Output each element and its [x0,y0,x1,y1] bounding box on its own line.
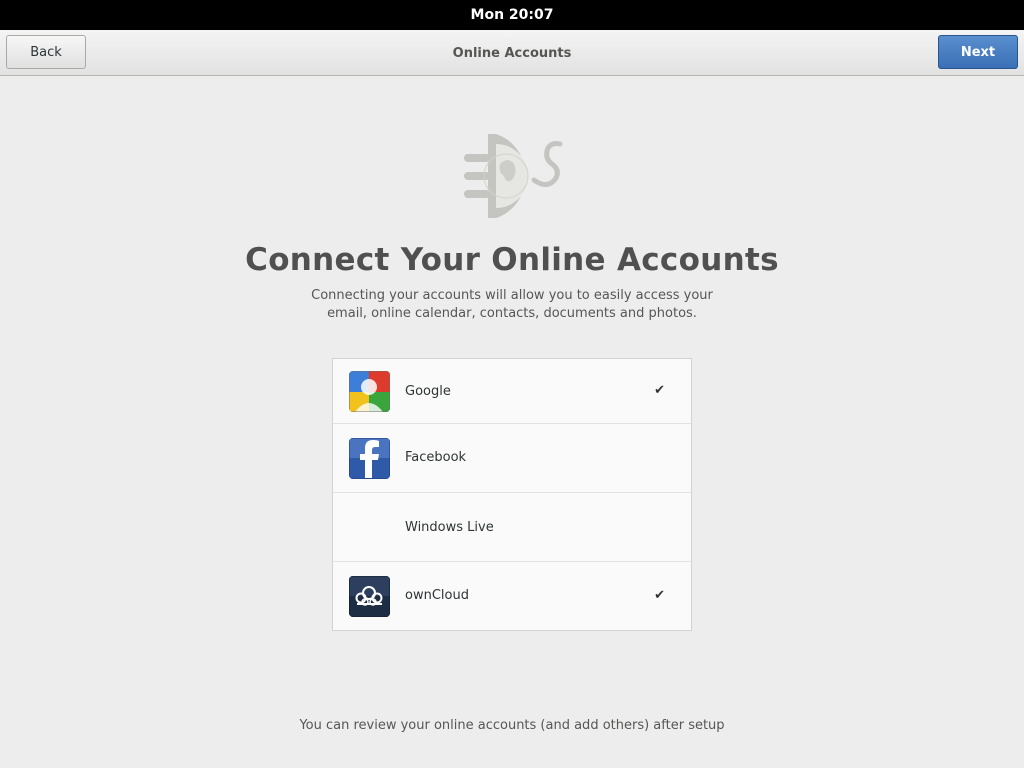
next-button[interactable]: Next [938,35,1018,69]
account-row-facebook[interactable]: Facebook [333,424,691,493]
back-button[interactable]: Back [6,35,86,69]
account-row-google[interactable]: Google ✔ [333,359,691,424]
checkmark-icon: ✔ [654,383,665,398]
account-label-google: Google [405,384,451,399]
description-line-1: Connecting your accounts will allow you … [311,288,713,303]
account-label-owncloud: ownCloud [405,588,469,603]
footer-note: You can review your online accounts (and… [299,718,725,733]
clock[interactable]: Mon 20:07 [471,7,554,23]
description-line-2: email, online calendar, contacts, docume… [327,306,697,321]
online-accounts-plug-globe-icon [464,134,563,218]
top-bar: Mon 20:07 [0,0,1024,30]
account-label-facebook: Facebook [405,450,467,465]
account-row-owncloud[interactable]: ownCloud ✔ [333,562,691,630]
main-heading: Connect Your Online Accounts [245,242,779,278]
page-title: Online Accounts [452,45,572,61]
header-bar: Online Accounts Back Next [0,30,1024,76]
account-row-windows-live[interactable]: Windows Live [333,493,691,562]
google-icon [349,371,390,412]
account-list: Google ✔ Facebook Windows Live ownCloud … [332,358,692,631]
owncloud-icon [349,576,390,617]
checkmark-icon: ✔ [654,588,665,603]
facebook-icon [349,438,390,479]
account-label-windows-live: Windows Live [405,520,494,535]
description: Connecting your accounts will allow you … [0,287,1024,323]
